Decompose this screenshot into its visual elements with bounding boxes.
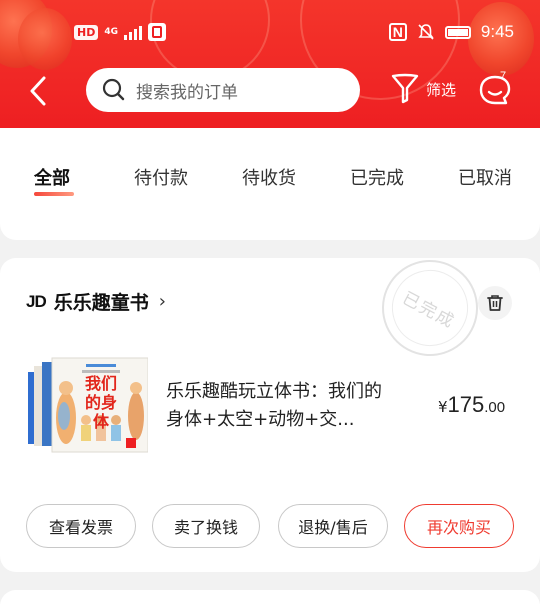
- status-time: 9:45: [480, 22, 514, 41]
- buy-again-button[interactable]: 再次购买: [404, 504, 514, 548]
- chevron-right-icon: ›: [158, 291, 166, 312]
- battery-icon: [444, 25, 471, 39]
- return-aftersales-button[interactable]: 退换/售后: [278, 504, 388, 548]
- jd-logo: JD: [26, 291, 47, 311]
- mute-bell-icon: [418, 24, 434, 40]
- product-image[interactable]: 我们的身体: [26, 354, 149, 456]
- next-order-card: [0, 590, 540, 604]
- view-invoice-button[interactable]: 查看发票: [26, 504, 136, 548]
- header-bar: HD 4G N 9:45 搜索我的订单 筛选 7: [0, 0, 540, 128]
- completed-stamp-text: 已完成: [398, 287, 459, 333]
- message-bubble-icon[interactable]: [476, 72, 514, 108]
- status-bar-left: HD 4G: [74, 20, 166, 44]
- tab-completed[interactable]: 已完成: [350, 164, 404, 190]
- tab-pending-payment[interactable]: 待付款: [134, 164, 188, 190]
- nfc-icon: N: [388, 23, 407, 41]
- completed-stamp: 已完成: [365, 258, 495, 373]
- previous-order-card: [0, 212, 540, 240]
- signal-icon: [124, 24, 142, 40]
- search-placeholder: 搜索我的订单: [136, 82, 238, 103]
- lantern-decoration: [18, 8, 72, 70]
- filter-funnel-icon: [391, 73, 419, 104]
- message-count-badge: 7: [500, 70, 507, 82]
- order-card[interactable]: 已完成 JD 乐乐趣童书 › 我们的身体 乐乐趣酷玩立体书：我们的身体+太空+动…: [0, 258, 540, 572]
- tab-all[interactable]: 全部: [34, 164, 70, 190]
- tab-cancelled[interactable]: 已取消: [458, 164, 512, 190]
- product-title[interactable]: 乐乐趣酷玩立体书：我们的身体+太空+动物+交...: [166, 378, 392, 434]
- price-integer: 175: [447, 392, 485, 417]
- delete-order-button[interactable]: [478, 286, 512, 320]
- status-bar-right: N 9:45: [388, 20, 514, 44]
- search-icon: [102, 78, 125, 101]
- app-notification-icon: [148, 23, 166, 41]
- order-tabs: 全部 待付款 待收货 已完成 已取消: [0, 128, 540, 212]
- shop-name: 乐乐趣童书: [53, 292, 149, 314]
- price-decimal: .00: [484, 399, 506, 416]
- filter-label: 筛选: [426, 80, 457, 99]
- shop-link[interactable]: JD 乐乐趣童书 ›: [26, 288, 166, 315]
- network-badge: 4G: [104, 27, 118, 37]
- search-input[interactable]: 搜索我的订单: [86, 68, 360, 112]
- tab-pending-receipt[interactable]: 待收货: [242, 164, 296, 190]
- active-tab-indicator: [34, 192, 74, 196]
- back-arrow-icon[interactable]: [26, 74, 52, 108]
- filter-button[interactable]: 筛选: [390, 72, 456, 106]
- product-cover-title: 我们的身体: [84, 374, 117, 431]
- product-price: ¥175.00: [438, 392, 505, 418]
- price-symbol: ¥: [438, 398, 448, 416]
- hd-badge: HD: [74, 24, 99, 40]
- sell-for-cash-button[interactable]: 卖了换钱: [152, 504, 260, 548]
- trash-icon: [487, 295, 503, 311]
